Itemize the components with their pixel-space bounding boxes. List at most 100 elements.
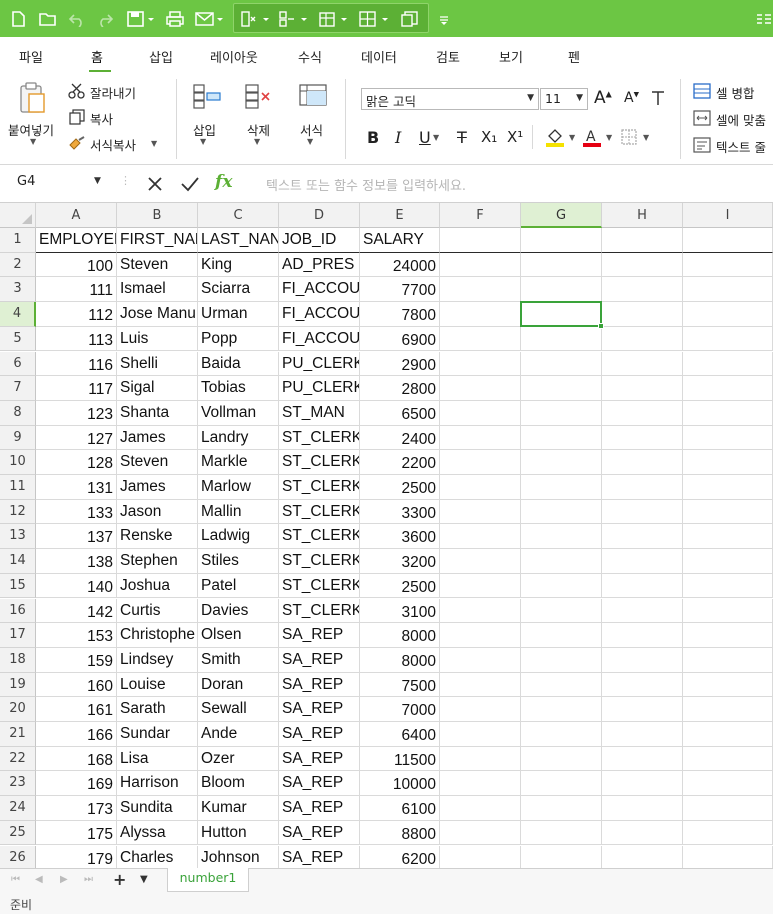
table-cell[interactable] <box>440 252 521 278</box>
table-cell[interactable]: SA_REP <box>279 672 360 698</box>
table-cell[interactable]: 117 <box>36 376 117 401</box>
tab-layout[interactable]: 레이아웃 <box>210 47 258 66</box>
table-cell[interactable] <box>683 302 773 327</box>
table-cell[interactable]: 7700 <box>360 277 440 303</box>
header-cell[interactable]: FIRST_NAN <box>117 228 198 253</box>
table-cell[interactable] <box>602 722 683 747</box>
format-painter-button[interactable]: 서식복사 <box>90 135 136 154</box>
row-header[interactable]: 20 <box>0 697 36 722</box>
next-sheet-icon[interactable]: ▶ <box>60 874 68 885</box>
table-cell[interactable]: Lindsey <box>117 647 198 673</box>
table-cell[interactable] <box>683 623 773 648</box>
insert-cells-ribbon-icon[interactable] <box>192 83 222 115</box>
table-cell[interactable] <box>683 252 773 278</box>
table-cell[interactable] <box>521 351 602 377</box>
table-cell[interactable] <box>440 524 521 550</box>
table-cell[interactable]: Lisa <box>117 746 198 772</box>
more-icon[interactable] <box>755 0 773 37</box>
table-cell[interactable]: 2400 <box>360 425 440 451</box>
table-cell[interactable] <box>440 672 521 698</box>
table-cell[interactable] <box>683 450 773 475</box>
subscript-button[interactable]: X₁ <box>481 128 497 146</box>
table-cell[interactable]: 166 <box>36 722 117 747</box>
table-cell[interactable] <box>521 820 602 846</box>
cut-icon[interactable] <box>68 83 86 103</box>
fit-to-cell-icon[interactable] <box>693 110 711 130</box>
table-cell[interactable]: 6100 <box>360 796 440 821</box>
table-cell[interactable]: PU_CLERK <box>279 351 360 377</box>
row-header[interactable]: 13 <box>0 524 36 550</box>
table-cell[interactable]: 140 <box>36 573 117 599</box>
cell-reference-dropdown-icon[interactable]: ▼ <box>94 176 101 186</box>
row-header[interactable]: 19 <box>0 672 36 698</box>
table-cell[interactable] <box>440 598 521 624</box>
sheet-list-button[interactable]: ▼ <box>140 874 148 885</box>
row-header[interactable]: 23 <box>0 771 36 797</box>
header-cell[interactable]: EMPLOYEE <box>36 228 117 253</box>
table-cell[interactable] <box>602 326 683 352</box>
merge-cells-icon[interactable] <box>693 83 711 103</box>
table-cell[interactable]: Louise <box>117 672 198 698</box>
table-cell[interactable]: Ozer <box>198 746 279 772</box>
table-cell[interactable]: Urman <box>198 302 279 327</box>
table-cell[interactable]: 3200 <box>360 549 440 574</box>
paste-icon[interactable] <box>18 81 48 119</box>
table-cell[interactable] <box>440 475 521 500</box>
format-dropdown-icon[interactable]: ▼ <box>307 137 313 146</box>
bold-button[interactable]: B <box>367 128 379 147</box>
row-header[interactable]: 9 <box>0 425 36 451</box>
row-header[interactable]: 21 <box>0 722 36 747</box>
table-cell[interactable]: 3100 <box>360 598 440 624</box>
table-cell[interactable]: Ande <box>198 722 279 747</box>
table-cell[interactable] <box>440 376 521 401</box>
row-header[interactable]: 14 <box>0 549 36 574</box>
copy-button[interactable]: 복사 <box>90 109 113 128</box>
table-cell[interactable]: 6200 <box>360 845 440 868</box>
table-cell[interactable] <box>521 252 602 278</box>
row-header[interactable]: 5 <box>0 326 36 352</box>
table-cell[interactable]: ST_CLERK <box>279 475 360 500</box>
table-cell[interactable]: 6400 <box>360 722 440 747</box>
table-cell[interactable]: Renske <box>117 524 198 550</box>
table-cell[interactable]: 7000 <box>360 697 440 722</box>
table-cell[interactable]: Markle <box>198 450 279 475</box>
merge-cells-button[interactable]: 셀 병합 <box>716 83 754 102</box>
row-header[interactable]: 3 <box>0 277 36 303</box>
table-cell[interactable] <box>440 351 521 377</box>
table-cell[interactable]: ST_CLERK <box>279 450 360 475</box>
table-cell[interactable] <box>440 400 521 426</box>
table-cell[interactable]: SA_REP <box>279 845 360 868</box>
tab-review[interactable]: 검토 <box>436 47 460 66</box>
header-cell[interactable] <box>602 228 683 253</box>
table-cell[interactable]: AD_PRES <box>279 252 360 278</box>
table-cell[interactable]: Patel <box>198 573 279 599</box>
increase-font-icon[interactable]: A▲ <box>594 88 612 108</box>
formula-input[interactable]: 텍스트 또는 함수 정보를 입력하세요. <box>266 175 466 194</box>
header-cell[interactable] <box>521 228 602 253</box>
table-cell[interactable] <box>683 376 773 401</box>
table-cell[interactable] <box>602 598 683 624</box>
column-header[interactable]: E <box>360 203 440 228</box>
row-header[interactable]: 10 <box>0 450 36 475</box>
table-cell[interactable] <box>683 475 773 500</box>
table-cell[interactable]: ST_CLERK <box>279 549 360 574</box>
row-header[interactable]: 16 <box>0 598 36 624</box>
table-cell[interactable]: 168 <box>36 746 117 772</box>
row-header[interactable]: 4 <box>0 302 36 327</box>
table-cell[interactable]: 159 <box>36 647 117 673</box>
first-sheet-icon[interactable]: ⏮ <box>11 874 20 885</box>
table-cell[interactable]: Curtis <box>117 598 198 624</box>
table-cell[interactable] <box>602 376 683 401</box>
row-header[interactable]: 18 <box>0 647 36 673</box>
borders-icon[interactable] <box>356 0 394 37</box>
table-cell[interactable]: ST_CLERK <box>279 425 360 451</box>
column-header[interactable]: H <box>602 203 683 228</box>
table-cell[interactable] <box>521 573 602 599</box>
column-header[interactable]: I <box>683 203 773 228</box>
table-cell[interactable] <box>521 277 602 303</box>
table-cell[interactable] <box>521 499 602 525</box>
table-cell[interactable] <box>440 499 521 525</box>
table-cell[interactable] <box>521 376 602 401</box>
table-cell[interactable] <box>521 623 602 648</box>
table-cell[interactable]: 10000 <box>360 771 440 797</box>
